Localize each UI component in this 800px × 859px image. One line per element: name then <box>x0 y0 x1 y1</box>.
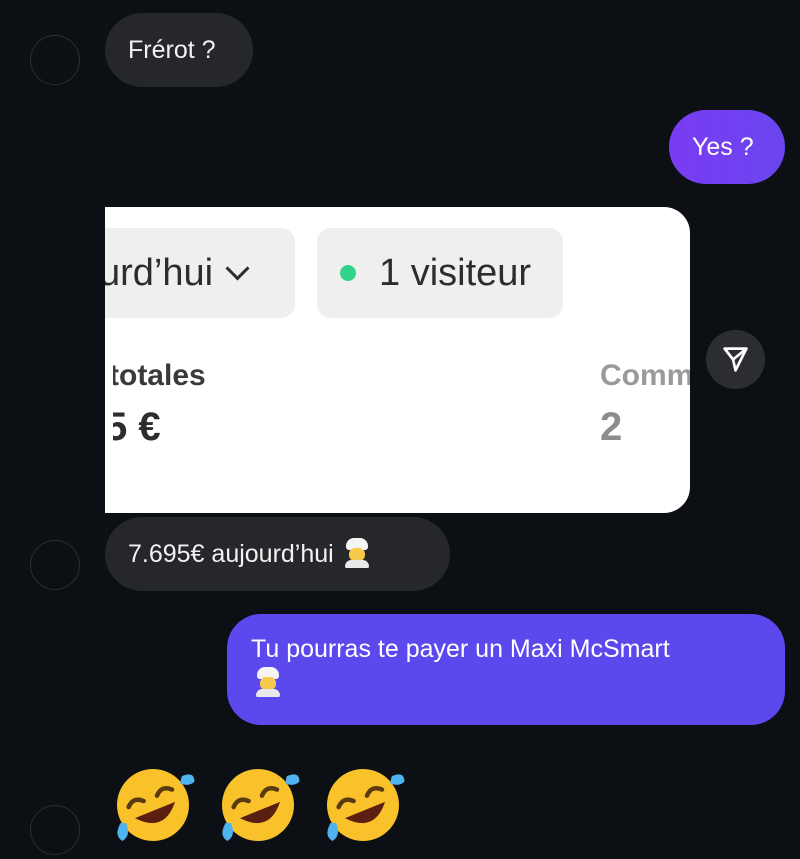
visitors-label: 1 visiteur <box>379 252 532 294</box>
chat-thread: Frérot ? Yes ? urd’hui 1 visiteur totale… <box>0 0 800 859</box>
live-dot-icon <box>340 265 356 281</box>
message-outgoing[interactable]: Yes ? <box>669 110 785 184</box>
sales-label: totales <box>109 359 206 392</box>
message-text: 7.695€ aujourd’hui <box>128 540 334 568</box>
send-icon <box>723 347 748 372</box>
orders-label: Comm <box>600 359 690 392</box>
message-outgoing[interactable]: Tu pourras te payer un Maxi McSmart <box>227 614 785 725</box>
avatar[interactable] <box>30 35 80 85</box>
cook-emoji-icon <box>342 538 372 568</box>
date-filter-label: urd’hui <box>105 252 214 294</box>
message-incoming[interactable]: Frérot ? <box>105 13 253 87</box>
message-incoming[interactable]: 7.695€ aujourd’hui <box>105 517 450 591</box>
message-text: Yes ? <box>692 133 754 161</box>
date-filter-chip: urd’hui <box>105 228 295 318</box>
share-button[interactable] <box>706 330 765 389</box>
laughing-emoji-icon <box>117 769 195 841</box>
avatar[interactable] <box>30 805 80 855</box>
laughing-emoji-icon <box>327 769 405 841</box>
chevron-down-icon <box>225 256 250 281</box>
message-text: Frérot ? <box>128 36 216 64</box>
crop-edge <box>105 357 113 467</box>
laughing-emoji-icon <box>222 769 300 841</box>
shared-screenshot[interactable]: urd’hui 1 visiteur totales 5 € Comm 2 <box>105 207 690 513</box>
visitors-chip: 1 visiteur <box>317 228 563 318</box>
sales-value: 5 € <box>105 405 161 449</box>
cook-emoji-icon <box>253 667 283 697</box>
orders-value: 2 <box>600 405 623 449</box>
message-text: Tu pourras te payer un Maxi McSmart <box>251 635 670 663</box>
avatar[interactable] <box>30 540 80 590</box>
